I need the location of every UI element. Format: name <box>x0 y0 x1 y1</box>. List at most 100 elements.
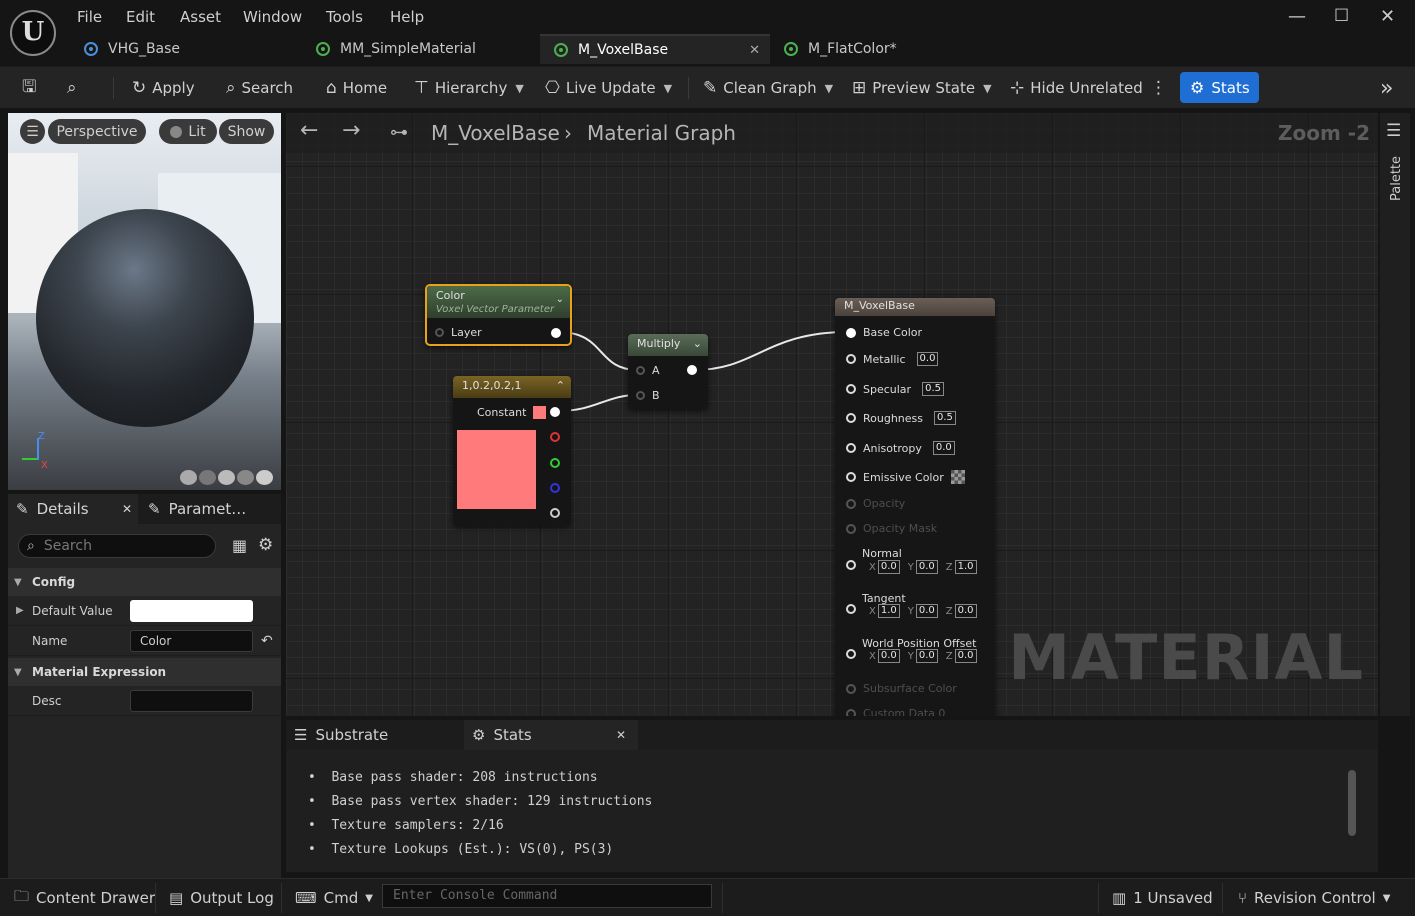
specular-value[interactable]: 0.5 <box>922 382 944 396</box>
layer-input-pin[interactable]: Layer <box>435 326 482 339</box>
console-command-input[interactable]: Enter Console Command <box>382 884 712 908</box>
menu-help[interactable]: Help <box>390 8 424 26</box>
browse-button[interactable]: ⌕ <box>67 75 77 101</box>
name-field[interactable]: Color <box>130 630 253 652</box>
color-output-pin[interactable] <box>551 328 561 338</box>
anisotropy-value[interactable]: 0.0 <box>932 441 955 455</box>
teapot-shape-icon[interactable] <box>256 470 273 485</box>
g-output-pin[interactable] <box>550 458 560 468</box>
close-window-icon[interactable]: ✕ <box>1380 6 1395 27</box>
metallic-value[interactable]: 0.0 <box>916 352 939 366</box>
save-button[interactable]: 🖫 <box>22 75 36 101</box>
tangent-y-value[interactable]: 0.0 <box>915 604 938 618</box>
menu-file[interactable]: File <box>77 8 102 26</box>
normal-x-value[interactable]: 0.0 <box>877 560 900 574</box>
sphere-shape-icon[interactable] <box>199 470 216 485</box>
revision-control-button[interactable]: ⑂ Revision Control ▼ <box>1238 887 1390 909</box>
preview-viewport[interactable]: ☰ Perspective Lit Show Z X <box>8 113 281 490</box>
tangent-z-value[interactable]: 0.0 <box>954 604 977 618</box>
multiply-node[interactable]: Multiply ⌄ A B <box>628 334 708 409</box>
color-parameter-node[interactable]: Color Voxel Vector Parameter ⌄ Layer <box>425 284 572 346</box>
table-view-icon[interactable]: ▦ <box>232 536 247 555</box>
world-position-offset-pin[interactable] <box>846 649 856 659</box>
details-search-input[interactable]: ⌕ Search <box>18 534 216 558</box>
home-button[interactable]: ⌂ Home <box>326 75 387 101</box>
tab-parameters[interactable]: ✎ Paramet… <box>140 494 280 524</box>
unsaved-button[interactable]: ▥ 1 Unsaved <box>1112 887 1213 909</box>
content-drawer-button[interactable]: 🗀 Content Drawer <box>14 887 155 909</box>
preview-state-button[interactable]: ⊞ Preview State ▼ <box>852 75 992 101</box>
normal-z-value[interactable]: 1.0 <box>954 560 977 574</box>
viewport-menu-icon[interactable]: ☰ <box>20 119 45 144</box>
r-output-pin[interactable] <box>550 432 560 442</box>
a-output-pin[interactable] <box>550 508 560 518</box>
menu-asset[interactable]: Asset <box>180 8 221 26</box>
specular-pin[interactable]: Specular 0.5 <box>846 382 944 396</box>
close-tab-icon[interactable]: ✕ <box>616 728 626 742</box>
maximize-icon[interactable]: ☐ <box>1334 6 1349 26</box>
rgba-output-pin[interactable] <box>550 407 560 417</box>
tab-vhg-base[interactable]: VHG_Base <box>70 34 295 64</box>
plane-shape-icon[interactable] <box>218 470 235 485</box>
metallic-pin[interactable]: Metallic 0.0 <box>846 352 939 366</box>
tangent-pin[interactable] <box>846 604 856 614</box>
scrollbar[interactable] <box>1348 770 1356 836</box>
wpo-y-value[interactable]: 0.0 <box>915 649 938 663</box>
b-input-pin[interactable]: B <box>636 389 660 402</box>
wpo-z-value[interactable]: 0.0 <box>954 649 977 663</box>
live-update-button[interactable]: ⎔ Live Update ▼ <box>545 75 672 101</box>
hierarchy-button[interactable]: ⊤ Hierarchy ▼ <box>414 75 524 101</box>
menu-tools[interactable]: Tools <box>326 8 363 26</box>
more-options-button[interactable]: ⋮ <box>1150 75 1167 101</box>
chevron-down-icon[interactable]: ⌄ <box>693 334 702 354</box>
output-log-button[interactable]: ▤ Output Log <box>169 887 274 909</box>
roughness-value[interactable]: 0.5 <box>934 411 956 425</box>
tab-stats[interactable]: ⚙ Stats ✕ <box>464 720 638 750</box>
anisotropy-pin[interactable]: Anisotropy 0.0 <box>846 441 955 455</box>
emissive-color-pin[interactable]: Emissive Color <box>846 470 965 484</box>
unreal-logo-icon[interactable]: U <box>10 10 56 56</box>
normal-pin[interactable] <box>846 560 856 570</box>
normal-y-value[interactable]: 0.0 <box>915 560 938 574</box>
cmd-dropdown[interactable]: ⌨ Cmd ▼ <box>295 887 373 909</box>
show-button[interactable]: Show <box>219 119 274 144</box>
chevron-up-icon[interactable]: ⌃ <box>556 376 565 396</box>
close-tab-icon[interactable]: ✕ <box>749 43 760 58</box>
a-input-pin[interactable]: A <box>636 364 660 377</box>
search-button[interactable]: ⌕ Search <box>226 75 293 101</box>
checker-swatch-icon[interactable] <box>950 470 965 484</box>
tab-details[interactable]: ✎ Details ✕ <box>8 494 138 524</box>
perspective-button[interactable]: Perspective <box>48 119 146 144</box>
stats-button[interactable]: ⚙ Stats <box>1180 72 1259 103</box>
constant-vector-node[interactable]: 1,0.2,0.2,1 ⌃ Constant <box>453 376 571 526</box>
tab-mm-simplematerial[interactable]: MM_SimpleMaterial <box>302 34 537 64</box>
expand-toolbar-button[interactable]: » <box>1380 75 1393 101</box>
desc-field[interactable] <box>130 690 253 712</box>
category-material-expression[interactable]: ▼ Material Expression <box>8 658 281 686</box>
chevron-down-icon[interactable]: ⌄ <box>556 293 564 307</box>
category-config[interactable]: ▼ Config <box>8 568 281 596</box>
roughness-pin[interactable]: Roughness 0.5 <box>846 411 956 425</box>
clean-graph-button[interactable]: ✎ Clean Graph ▼ <box>703 75 833 101</box>
tab-m-flatcolor[interactable]: M_FlatColor* <box>770 34 970 64</box>
reset-to-default-icon[interactable]: ↶ <box>261 633 273 649</box>
material-graph-canvas[interactable]: ← → ⊶ M_VoxelBase › Material Graph Zoom … <box>286 113 1378 716</box>
multiply-output-pin[interactable] <box>687 365 697 375</box>
material-result-node[interactable]: M_VoxelBase Base Color Metallic 0.0 Specu… <box>835 298 995 716</box>
cylinder-shape-icon[interactable] <box>180 470 197 485</box>
wpo-x-value[interactable]: 0.0 <box>877 649 900 663</box>
palette-side-panel[interactable]: ☰ Palette <box>1380 113 1410 716</box>
tab-m-voxelbase[interactable]: M_VoxelBase ✕ <box>540 34 770 64</box>
b-output-pin[interactable] <box>550 483 560 493</box>
lit-button[interactable]: Lit <box>159 119 217 144</box>
minimize-icon[interactable]: — <box>1288 6 1306 27</box>
apply-button[interactable]: ↻ Apply <box>132 75 195 101</box>
close-tab-icon[interactable]: ✕ <box>122 502 132 516</box>
cube-shape-icon[interactable] <box>237 470 254 485</box>
expand-arrow-icon[interactable]: ▶ <box>16 605 24 616</box>
settings-gear-icon[interactable]: ⚙ <box>258 535 273 555</box>
base-color-pin[interactable]: Base Color <box>846 326 922 339</box>
tangent-x-value[interactable]: 1.0 <box>877 604 900 618</box>
default-value-color-swatch[interactable] <box>130 600 253 622</box>
menu-window[interactable]: Window <box>243 8 302 26</box>
